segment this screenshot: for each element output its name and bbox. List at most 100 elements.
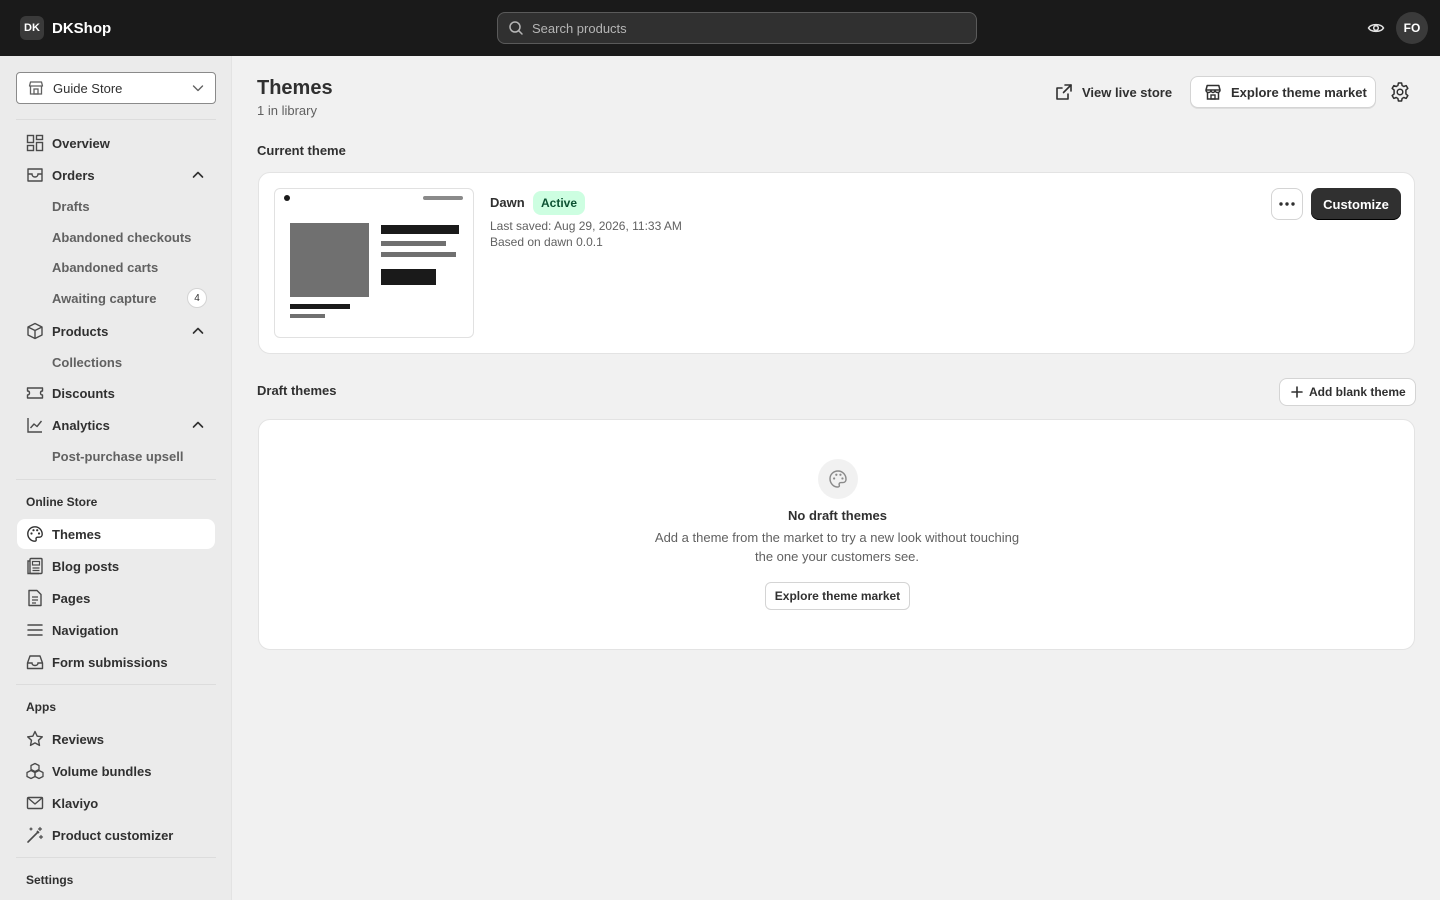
- eye-icon[interactable]: [1366, 18, 1386, 38]
- chevron-up-icon[interactable]: [191, 418, 205, 432]
- sidebar-divider: [16, 857, 216, 858]
- avatar[interactable]: FO: [1396, 12, 1428, 44]
- search-input[interactable]: Search products: [497, 12, 977, 44]
- chart-line-icon: [25, 415, 45, 435]
- top-bar: DK DKShop Search products FO: [0, 0, 1440, 56]
- sidebar-item-product-customizer[interactable]: Product customizer: [17, 820, 215, 850]
- email-icon: [25, 793, 45, 813]
- ticket-icon: [25, 383, 45, 403]
- more-actions-button[interactable]: [1271, 188, 1303, 220]
- cubes-icon: [25, 761, 45, 781]
- sidebar-item-blog-posts[interactable]: Blog posts: [17, 551, 215, 581]
- sidebar-item-reviews[interactable]: Reviews: [17, 724, 215, 754]
- gear-icon[interactable]: [1389, 81, 1411, 103]
- palette-icon: [25, 524, 45, 544]
- sidebar-subitem-post-purchase-upsell[interactable]: Post-purchase upsell: [17, 442, 215, 470]
- sidebar-subitem-drafts[interactable]: Drafts: [17, 192, 215, 220]
- current-theme-heading: Current theme: [257, 143, 346, 158]
- brand[interactable]: DK DKShop: [20, 16, 111, 40]
- sidebar-item-analytics[interactable]: Analytics: [17, 410, 215, 440]
- sidebar-item-label: Volume bundles: [52, 763, 152, 779]
- view-live-store-button[interactable]: View live store: [1054, 80, 1172, 104]
- product-icon: [25, 321, 45, 341]
- theme-name: Dawn: [490, 195, 525, 210]
- theme-thumbnail[interactable]: [274, 188, 474, 338]
- palette-icon: [818, 459, 858, 499]
- search-icon: [509, 21, 523, 35]
- sidebar-item-orders[interactable]: Orders: [17, 160, 215, 190]
- sidebar-item-label: Overview: [52, 135, 110, 151]
- sidebar-subitem-abandoned-carts[interactable]: Abandoned carts: [17, 253, 215, 281]
- explore-theme-market-secondary-button[interactable]: Explore theme market: [765, 582, 910, 610]
- draft-themes-card: No draft themes Add a theme from the mar…: [258, 419, 1415, 650]
- count-badge: 4: [187, 288, 207, 308]
- customize-button[interactable]: Customize: [1311, 188, 1401, 220]
- sidebar-item-label: Awaiting capture: [52, 290, 157, 306]
- sidebar-divider: [16, 119, 216, 120]
- chevron-up-icon[interactable]: [191, 168, 205, 182]
- sidebar-item-label: Themes: [52, 526, 102, 542]
- menu-icon: [25, 620, 45, 640]
- magic-wand-icon: [25, 825, 45, 845]
- star-icon: [25, 729, 45, 749]
- blog-icon: [25, 556, 45, 576]
- page-subtitle: 1 in library: [257, 103, 317, 118]
- brand-name: DKShop: [52, 19, 112, 37]
- sidebar-divider: [16, 479, 216, 480]
- store-icon: [28, 81, 44, 95]
- theme-preview-image: [284, 195, 463, 318]
- sidebar-subitem-awaiting-capture[interactable]: Awaiting capture 4: [17, 284, 215, 312]
- current-theme-card: Dawn Active Last saved: Aug 29, 2026, 11…: [258, 172, 1415, 354]
- status-badge: Active: [533, 191, 586, 215]
- add-blank-theme-label: Add blank theme: [1309, 385, 1406, 399]
- plus-icon: [1291, 386, 1303, 398]
- sidebar-item-label: Pages: [52, 590, 91, 606]
- sidebar-item-label: Orders: [52, 167, 95, 183]
- draft-themes-heading: Draft themes: [257, 383, 337, 398]
- page-title: Themes: [257, 77, 333, 99]
- sidebar-item-label: Form submissions: [52, 654, 168, 670]
- inbox-icon: [25, 165, 45, 185]
- sidebar-item-products[interactable]: Products: [17, 316, 215, 346]
- external-link-icon: [1056, 84, 1072, 100]
- sidebar-item-form-submissions[interactable]: Form submissions: [17, 647, 215, 677]
- sidebar-subitem-abandoned-checkouts[interactable]: Abandoned checkouts: [17, 223, 215, 251]
- sidebar-item-pages[interactable]: Pages: [17, 583, 215, 613]
- dashboard-icon: [25, 133, 45, 153]
- store-selector-label: Guide Store: [53, 80, 123, 96]
- chevron-up-icon[interactable]: [191, 324, 205, 338]
- section-heading-apps: Apps: [26, 700, 56, 714]
- section-heading-settings[interactable]: Settings: [26, 873, 73, 887]
- inbox-tray-icon: [25, 652, 45, 672]
- page-icon: [25, 588, 45, 608]
- view-live-store-label: View live store: [1082, 84, 1173, 100]
- search-placeholder: Search products: [532, 20, 627, 36]
- sidebar-divider: [16, 684, 216, 685]
- explore-theme-market-button[interactable]: Explore theme market: [1190, 76, 1376, 108]
- sidebar: Guide Store Overview Orders Drafts Aband…: [0, 56, 232, 900]
- based-on-text: Based on dawn 0.0.1: [490, 235, 603, 249]
- chevron-down-icon: [192, 85, 204, 92]
- empty-state-title: No draft themes: [788, 508, 887, 523]
- empty-state-description: Add a theme from the market to try a new…: [654, 530, 1020, 564]
- sidebar-item-label: Product customizer: [52, 827, 174, 843]
- add-blank-theme-button[interactable]: Add blank theme: [1279, 378, 1416, 406]
- sidebar-item-label: Products: [52, 323, 109, 339]
- last-saved-text: Last saved: Aug 29, 2026, 11:33 AM: [490, 219, 682, 233]
- sidebar-item-label: Discounts: [52, 385, 115, 401]
- sidebar-item-overview[interactable]: Overview: [17, 128, 215, 158]
- sidebar-item-discounts[interactable]: Discounts: [17, 378, 215, 408]
- sidebar-item-volume-bundles[interactable]: Volume bundles: [17, 756, 215, 786]
- sidebar-item-navigation[interactable]: Navigation: [17, 615, 215, 645]
- sidebar-subitem-collections[interactable]: Collections: [17, 348, 215, 376]
- store-icon: [1205, 84, 1221, 100]
- section-heading-online-store: Online Store: [26, 495, 98, 509]
- brand-badge: DK: [20, 16, 44, 40]
- sidebar-item-themes[interactable]: Themes: [17, 519, 215, 549]
- explore-theme-market-label: Explore theme market: [1231, 84, 1367, 100]
- sidebar-item-klaviyo[interactable]: Klaviyo: [17, 788, 215, 818]
- ellipsis-icon: [1279, 202, 1295, 206]
- store-selector[interactable]: Guide Store: [16, 72, 216, 104]
- sidebar-item-label: Blog posts: [52, 558, 120, 574]
- sidebar-item-label: Reviews: [52, 731, 105, 747]
